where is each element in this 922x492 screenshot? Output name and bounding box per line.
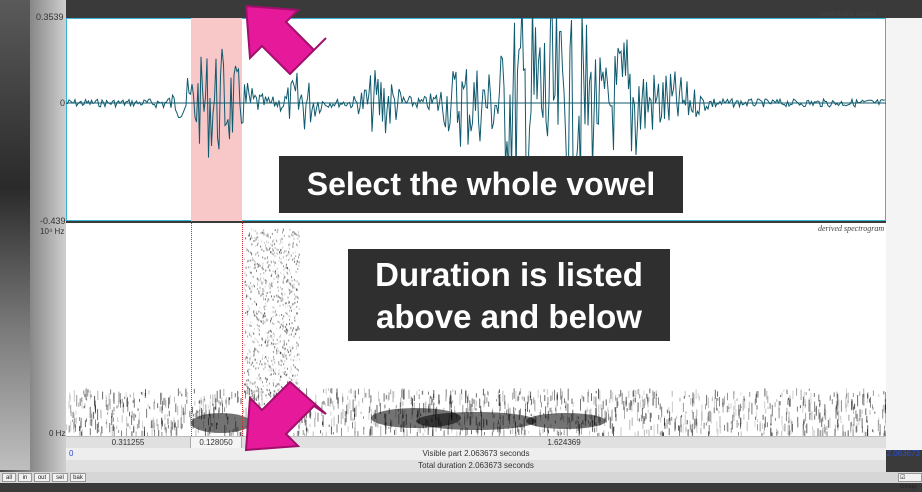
callout-duration-line1: Duration is listed	[348, 254, 670, 296]
spectrogram-freq-top: 10⁴ Hz	[40, 227, 64, 236]
visible-label: Visible part 2.063673 seconds	[66, 448, 886, 460]
bottom-toolbar: all in out sel bak ☑ Group	[0, 472, 922, 483]
waveform-yzero: 0	[60, 98, 65, 108]
zoom-back-button[interactable]: bak	[70, 473, 86, 482]
selection-start-line[interactable]	[191, 221, 192, 436]
zoom-sel-button[interactable]: sel	[52, 473, 68, 482]
duration-after: 1.624369	[547, 438, 580, 447]
spectrogram-tier-label: derived spectrogram	[818, 224, 884, 233]
callout-duration: Duration is listed above and below	[348, 249, 670, 341]
callout-duration-line2: above and below	[348, 296, 670, 338]
waveform-ymax: 0.3539	[36, 12, 64, 22]
zoom-in-button[interactable]: in	[18, 473, 32, 482]
duration-row: 0.311255 0.128050 1.624369	[66, 436, 886, 448]
callout-select-vowel: Select the whole vowel	[279, 156, 683, 213]
duration-before: 0.311255	[112, 438, 145, 447]
top-dark-bar	[66, 0, 922, 18]
background-photo-strip	[0, 0, 30, 470]
visible-row[interactable]: 0 Visible part 2.063673 seconds 2.063673	[66, 448, 886, 460]
right-gutter	[886, 18, 922, 450]
duration-selected: 0.128050	[199, 438, 232, 447]
spectrogram-freq-bottom: 0 Hz	[49, 429, 65, 438]
total-label: Total duration 2.063673 seconds	[66, 460, 886, 472]
visible-end: 2.063673	[887, 448, 920, 460]
arrow-top-icon	[230, 0, 340, 80]
waveform-ymin: -0.439	[40, 216, 66, 226]
total-row[interactable]: Total duration 2.063673 seconds	[66, 460, 886, 472]
group-checkbox[interactable]: ☑ Group	[898, 473, 922, 482]
zoom-all-button[interactable]: all	[2, 473, 16, 482]
arrow-bottom-icon	[230, 376, 340, 456]
sound-tier-label: modifiable sound	[820, 9, 875, 18]
zoom-out-button[interactable]: out	[34, 473, 50, 482]
group-label: Group	[900, 484, 917, 490]
